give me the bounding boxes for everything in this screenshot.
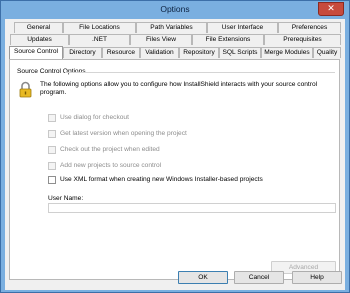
padlock-icon: [19, 81, 32, 98]
help-button[interactable]: Help: [292, 271, 342, 284]
checkbox-box[interactable]: [48, 175, 56, 184]
window-title: Options: [160, 4, 190, 14]
tab-dotnet[interactable]: .NET: [69, 34, 130, 45]
dialog-client: General File Locations Path Variables Us…: [5, 19, 345, 290]
intro-text: The following options allow you to confi…: [40, 81, 318, 96]
checkbox-box[interactable]: [48, 145, 56, 154]
close-button[interactable]: ✕: [318, 2, 344, 16]
tab-resource[interactable]: Resource: [102, 47, 140, 58]
tab-quality[interactable]: Quality: [313, 47, 341, 58]
checkbox-box[interactable]: [48, 161, 56, 170]
options-dialog: Options ✕ General File Locations Path Va…: [0, 0, 350, 293]
user-name-label: User Name:: [48, 195, 84, 202]
checkbox-box[interactable]: [48, 113, 56, 122]
tab-general[interactable]: General: [14, 22, 63, 33]
checkbox-check-out-when-edited[interactable]: Check out the project when edited: [48, 145, 160, 154]
cancel-button[interactable]: Cancel: [234, 271, 284, 284]
tab-prerequisites[interactable]: Prerequisites: [264, 34, 341, 45]
checkbox-label: Get latest version when opening the proj…: [60, 130, 187, 137]
tab-path-variables[interactable]: Path Variables: [136, 22, 207, 33]
ok-button[interactable]: OK: [178, 271, 228, 284]
tab-user-interface[interactable]: User Interface: [207, 22, 278, 33]
tab-row-3: Source Control Directory Resource Valida…: [5, 46, 345, 59]
tab-file-extensions[interactable]: File Extensions: [192, 34, 264, 45]
checkbox-label: Use dialog for checkout: [60, 114, 129, 121]
checkbox-label: Use XML format when creating new Windows…: [60, 176, 263, 183]
checkbox-add-new-projects[interactable]: Add new projects to source control: [48, 161, 161, 170]
tab-repository[interactable]: Repository: [179, 47, 219, 58]
user-name-input[interactable]: [48, 203, 336, 213]
checkbox-label: Add new projects to source control: [60, 162, 162, 169]
tab-file-locations[interactable]: File Locations: [63, 22, 136, 33]
source-control-panel: Source Control Options The following opt…: [9, 59, 340, 280]
tab-directory[interactable]: Directory: [63, 47, 102, 58]
checkbox-use-xml-format[interactable]: Use XML format when creating new Windows…: [48, 175, 263, 184]
tab-sql-scripts[interactable]: SQL Scripts: [219, 47, 261, 58]
group-divider: [65, 72, 335, 73]
tab-source-control[interactable]: Source Control: [9, 46, 63, 59]
checkbox-box[interactable]: [48, 129, 56, 138]
title-bar[interactable]: Options ✕: [1, 1, 349, 19]
tab-row-1: General File Locations Path Variables Us…: [5, 22, 345, 33]
checkbox-use-dialog-for-checkout[interactable]: Use dialog for checkout: [48, 113, 129, 122]
checkbox-label: Check out the project when edited: [60, 146, 160, 153]
tab-updates[interactable]: Updates: [10, 34, 69, 45]
tab-preferences[interactable]: Preferences: [278, 22, 341, 33]
tab-files-view[interactable]: Files View: [130, 34, 192, 45]
tab-row-2: Updates .NET Files View File Extensions …: [5, 34, 345, 45]
tab-validation[interactable]: Validation: [140, 47, 179, 58]
tab-merge-modules[interactable]: Merge Modules: [261, 47, 313, 58]
checkbox-get-latest-version[interactable]: Get latest version when opening the proj…: [48, 129, 187, 138]
